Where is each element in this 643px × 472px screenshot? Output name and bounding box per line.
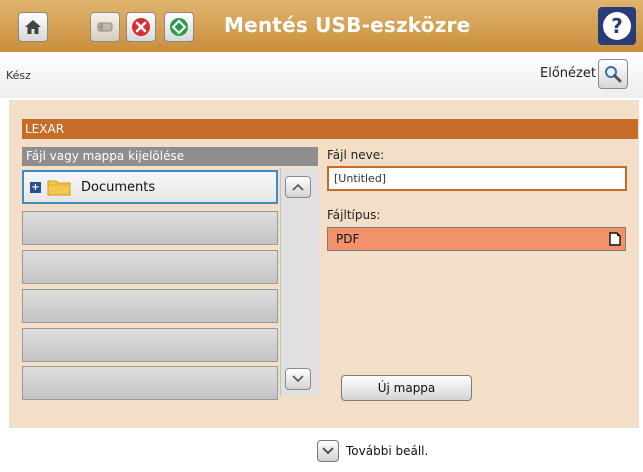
- device-name: LEXAR: [22, 119, 638, 139]
- more-settings-label: További beáll.: [346, 444, 429, 458]
- scrollbar[interactable]: [280, 168, 319, 396]
- folder-icon: [47, 180, 71, 196]
- home-button[interactable]: [18, 12, 48, 42]
- scroll-up-button[interactable]: [285, 176, 311, 198]
- stop-icon: [132, 18, 150, 36]
- status-text: Kész: [6, 69, 31, 82]
- filetype-select[interactable]: PDF: [327, 227, 626, 251]
- chevron-down-icon: [292, 375, 304, 383]
- preview-label: Előnézet: [540, 66, 596, 81]
- document-icon: [609, 232, 621, 246]
- list-item[interactable]: [22, 250, 278, 284]
- filetype-label: Fájltípus:: [327, 208, 381, 222]
- title-bar: Mentés USB-eszközre ?: [0, 0, 643, 52]
- list-item[interactable]: [22, 211, 278, 245]
- magnifier-icon: [605, 66, 622, 83]
- list-item[interactable]: [22, 366, 278, 400]
- new-folder-button[interactable]: Új mappa: [341, 375, 472, 401]
- filetype-value: PDF: [336, 232, 360, 246]
- more-settings-button[interactable]: [317, 440, 339, 462]
- page-title: Mentés USB-eszközre: [224, 13, 471, 37]
- scroll-down-button[interactable]: [285, 368, 311, 390]
- filename-field[interactable]: [Untitled]: [327, 166, 627, 191]
- plus-icon[interactable]: +: [30, 181, 41, 193]
- list-item[interactable]: [22, 328, 278, 362]
- back-icon: [97, 22, 113, 32]
- list-item[interactable]: [22, 289, 278, 323]
- chevron-up-icon: [292, 183, 304, 191]
- help-button[interactable]: ?: [598, 7, 636, 45]
- home-icon: [25, 20, 41, 34]
- list-item-label: Documents: [81, 179, 156, 195]
- back-button[interactable]: [90, 12, 120, 42]
- preview-button[interactable]: [598, 59, 628, 89]
- stop-button[interactable]: [126, 12, 156, 42]
- help-icon: ?: [603, 12, 631, 40]
- chevron-down-icon: [322, 447, 334, 455]
- start-button[interactable]: [164, 12, 194, 42]
- list-item[interactable]: + Documents: [22, 170, 278, 204]
- file-list-header: Fájl vagy mappa kijelölése: [22, 147, 318, 166]
- start-icon: [170, 18, 188, 36]
- filename-label: Fájl neve:: [327, 148, 385, 162]
